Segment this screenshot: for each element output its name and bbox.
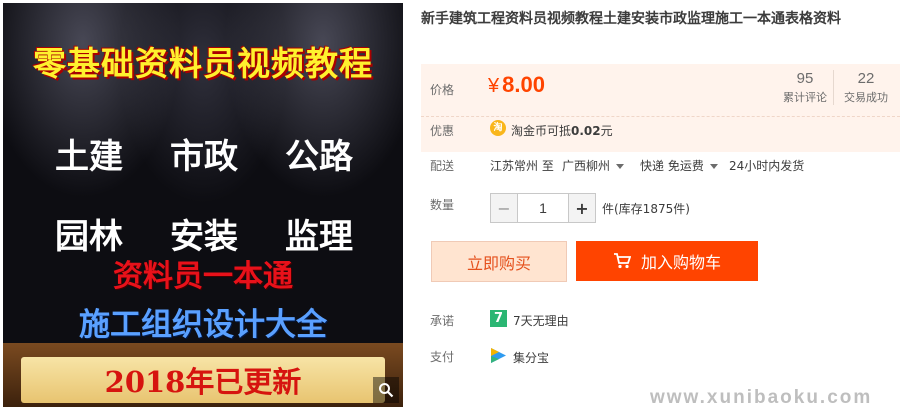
product-image[interactable]: 零基础资料员视频教程 土建 市政 公路 园林 安装 监理 资料员一本通 施工组织… [3,3,403,407]
quantity-stepper: − + [490,193,596,223]
promise-text[interactable]: 7天无理由 [513,312,569,329]
shipping-dispatch: 24小时内发货 [729,159,805,173]
payment-label: 支付 [430,350,455,364]
promo-divider [421,116,900,117]
price-box: 价格 ¥8.00 95 累计评论 22 交易成功 优惠 淘 淘金币可抵0.02元 [421,64,900,152]
image-category-word: 市政 [170,136,238,177]
taobao-coin-icon: 淘 [490,120,506,136]
stock-text: 件(库存1875件) [602,202,690,216]
review-count-number: 95 [796,70,814,87]
promo-prefix: 淘金币可抵 [511,124,572,138]
trade-count-number: 22 [857,70,875,87]
quantity-increase-button[interactable]: + [568,194,595,222]
chevron-down-icon [709,164,718,169]
promise-label: 承诺 [430,314,455,328]
image-headline: 零基础资料员视频教程 [33,44,373,83]
trade-count: 22 交易成功 [833,70,898,105]
shipping-method: 快递 免运费 [640,159,704,173]
shipping-destination: 广西柳州 [562,159,611,173]
quantity-label: 数量 [430,198,455,212]
seven-day-return-icon: 7 [490,310,507,327]
cart-icon [613,253,631,269]
promo-unit: 元 [600,124,613,138]
promo-text: 淘金币可抵0.02元 [511,122,613,139]
watermark: www.xunibaoku.com [650,387,873,408]
add-to-cart-label: 加入购物车 [640,253,721,272]
shipping-method-select[interactable]: 快递 免运费 [640,157,718,174]
add-to-cart-button[interactable]: 加入购物车 [576,241,758,281]
quantity-decrease-button[interactable]: − [491,194,518,222]
jifenbao-icon [491,348,506,363]
review-count-label: 累计评论 [783,91,827,104]
image-tagline-blue: 施工组织设计大全 [79,307,327,343]
promo-label: 优惠 [430,124,455,138]
price-value: ¥8.00 [488,72,545,98]
currency-symbol: ¥ [488,75,500,97]
quantity-input[interactable] [518,194,568,222]
image-category-word: 公路 [285,136,353,177]
shipping-destination-select[interactable]: 广西柳州 [562,157,625,174]
payment-text: 集分宝 [513,351,550,365]
review-count[interactable]: 95 累计评论 [773,70,837,105]
chevron-down-icon [616,164,625,169]
image-tagline-red: 资料员一本通 [113,259,293,294]
promo-amount: 0.02 [571,124,601,138]
zoom-icon[interactable] [373,377,399,403]
shipping-origin: 江苏常州 至 [490,159,554,173]
image-category-word: 土建 [55,136,123,177]
price-amount: 8.00 [502,72,545,97]
image-category-row: 土建 市政 公路 [39,113,369,193]
shipping-label: 配送 [430,159,455,173]
buy-now-button[interactable]: 立即购买 [431,241,567,282]
price-label: 价格 [430,83,455,97]
trade-count-label: 交易成功 [844,91,888,104]
image-banner: 2018年已更新 [21,357,385,403]
image-category-grid: 土建 市政 公路 园林 安装 监理 [39,113,369,273]
product-title: 新手建筑工程资料员视频教程土建安装市政监理施工一本通表格资料 [421,11,841,27]
